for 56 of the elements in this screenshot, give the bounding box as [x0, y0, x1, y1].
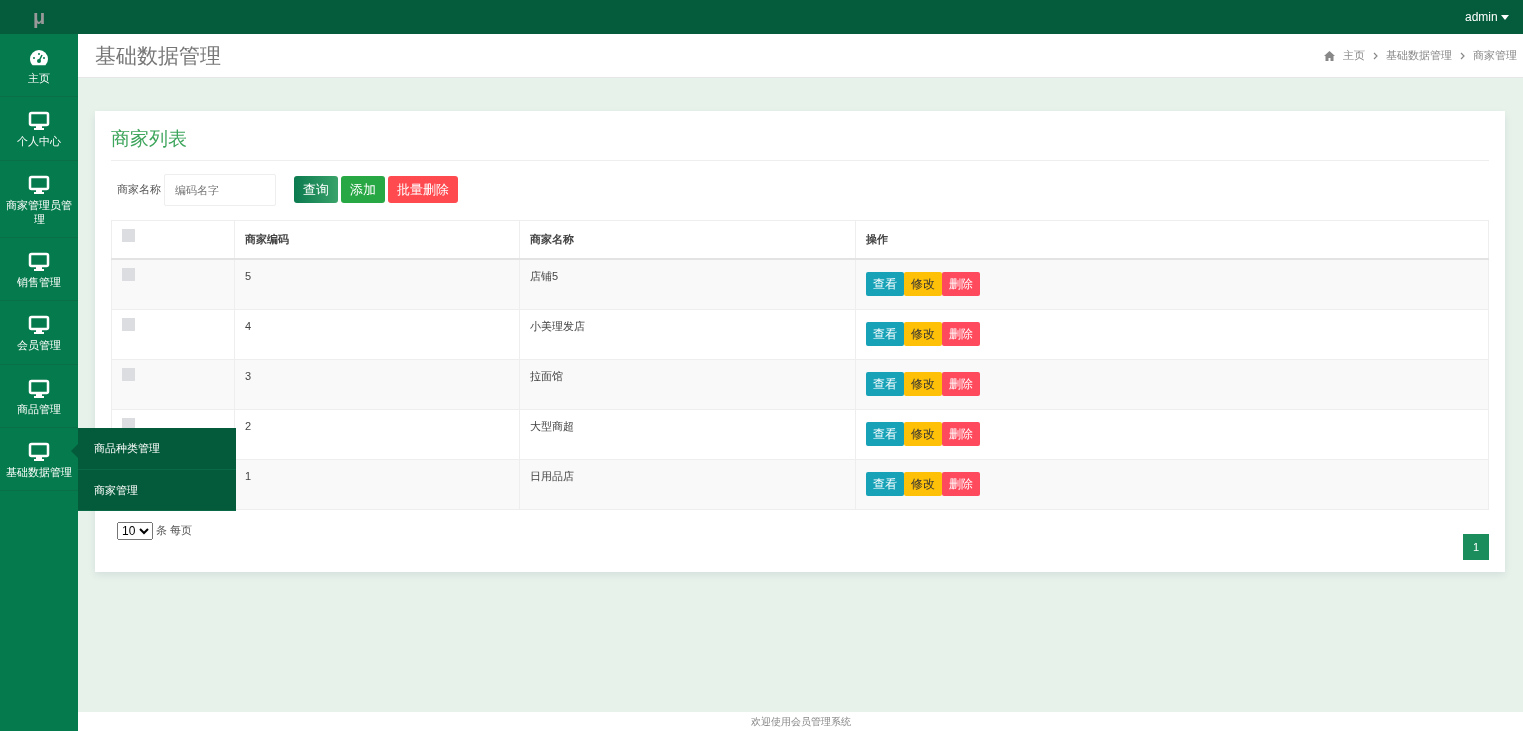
delete-button[interactable]: 删除 [942, 371, 980, 396]
edit-button[interactable]: 修改 [904, 272, 942, 296]
delete-button[interactable]: 删除 [942, 272, 980, 296]
chevron-icon [1460, 51, 1465, 60]
monitor-icon [28, 174, 50, 195]
delete-button[interactable]: 批量删除 [388, 175, 458, 204]
table-cell: 1 [234, 459, 520, 509]
checkbox[interactable] [122, 317, 135, 331]
search-field[interactable]: 编码名字 [164, 173, 276, 206]
monitor-icon [28, 315, 50, 336]
footer-text: 欢迎使用会员管理系统 [750, 716, 851, 727]
checkbox[interactable] [122, 367, 135, 381]
edit-button[interactable]: 修改 [904, 321, 942, 346]
dashboard-icon [28, 48, 50, 68]
checkbox[interactable] [122, 268, 135, 281]
table-cell: 拉面馆 [519, 359, 856, 409]
table-cell: 2 [234, 409, 520, 459]
monitor-icon [28, 378, 50, 399]
table-cell: 小美理发店 [519, 309, 856, 359]
table-cell: 5 [234, 259, 520, 309]
user-menu[interactable]: admin [1464, 8, 1509, 26]
view-button[interactable]: 查看 [866, 421, 904, 446]
monitor-icon [28, 111, 50, 132]
table-cell: 店铺5 [519, 259, 856, 309]
table-cell: 日用品店 [519, 459, 856, 509]
caret-icon [1501, 15, 1509, 21]
monitor-icon [28, 252, 50, 273]
home-icon [1324, 50, 1335, 61]
page-size-label: 条 每页 [156, 523, 193, 539]
breadcrumb-link[interactable]: 商家管理 [1473, 47, 1517, 64]
edit-button[interactable]: 修改 [904, 471, 942, 496]
monitor-icon [28, 442, 50, 463]
logo: μ [32, 5, 46, 30]
table-cell: 大型商超 [519, 409, 856, 459]
page-size-select[interactable]: 10 [117, 521, 153, 540]
view-button[interactable]: 查看 [866, 371, 904, 396]
query-button[interactable]: 查询 [294, 175, 338, 204]
page-link[interactable]: 1 [1462, 533, 1489, 560]
breadcrumb-link[interactable]: 基础数据管理 [1386, 47, 1452, 64]
table-cell: 3 [234, 359, 520, 409]
edit-button[interactable]: 修改 [904, 421, 942, 446]
add-button[interactable]: 添加 [341, 175, 385, 204]
card-title: 商家列表 [111, 125, 1489, 161]
breadcrumb-link[interactable]: 主页 [1343, 47, 1365, 64]
page-title: 基础数据管理 [95, 42, 221, 69]
delete-button[interactable]: 删除 [942, 421, 980, 446]
view-button[interactable]: 查看 [866, 471, 904, 496]
edit-button[interactable]: 修改 [904, 371, 942, 396]
chevron-icon [1373, 51, 1378, 60]
view-button[interactable]: 查看 [866, 321, 904, 346]
delete-button[interactable]: 删除 [942, 321, 980, 346]
checkbox[interactable] [122, 228, 135, 242]
table-cell: 4 [234, 309, 520, 359]
search-label: 商家名称 [117, 182, 161, 198]
delete-button[interactable]: 删除 [942, 471, 980, 496]
view-button[interactable]: 查看 [866, 272, 904, 296]
